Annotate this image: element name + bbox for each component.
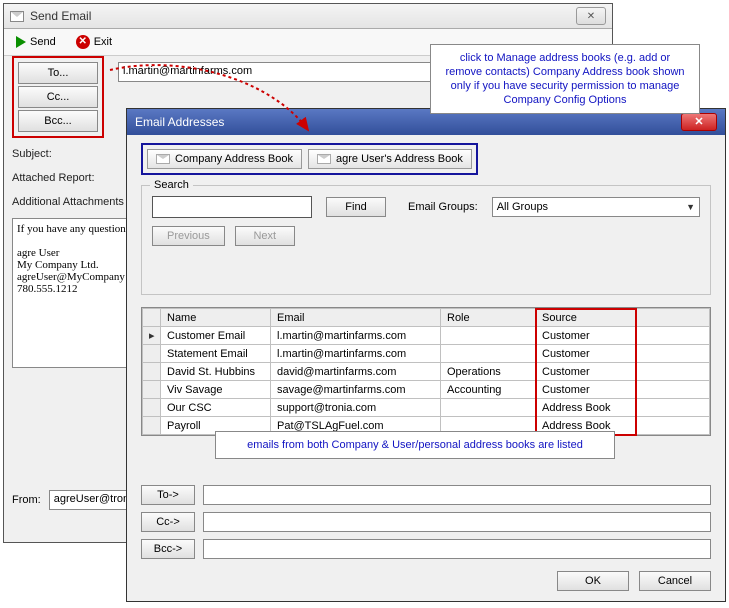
ok-button[interactable]: OK bbox=[557, 571, 629, 591]
chevron-down-icon: ▼ bbox=[686, 202, 695, 212]
cc-button[interactable]: Cc... bbox=[18, 86, 98, 108]
cell-email: savage@martinfarms.com bbox=[271, 381, 441, 399]
send-email-titlebar: Send Email ✕ bbox=[4, 4, 612, 29]
cell-email: support@tronia.com bbox=[271, 399, 441, 417]
col-source[interactable]: Source bbox=[536, 309, 636, 327]
from-label: From: bbox=[12, 494, 41, 506]
cell-source: Customer bbox=[536, 327, 636, 345]
exit-icon: ✕ bbox=[76, 35, 90, 49]
close-icon[interactable]: ✕ bbox=[576, 7, 606, 25]
play-icon bbox=[16, 36, 26, 48]
envelope-icon bbox=[10, 11, 24, 22]
row-selector[interactable] bbox=[143, 381, 161, 399]
cell-name: Our CSC bbox=[161, 399, 271, 417]
row-selector[interactable] bbox=[143, 417, 161, 435]
callout-both-books: emails from both Company & User/personal… bbox=[215, 431, 615, 459]
bcc-button[interactable]: Bcc... bbox=[18, 110, 98, 132]
to-field[interactable]: l.martin@martinfarms.com bbox=[118, 62, 468, 82]
cell-role bbox=[441, 327, 536, 345]
tab-label: Company Address Book bbox=[175, 153, 293, 165]
tab-user-address-book[interactable]: agre User's Address Book bbox=[308, 149, 472, 169]
to-output-field[interactable] bbox=[203, 485, 711, 505]
addr-window-title: Email Addresses bbox=[135, 115, 224, 129]
cc-assign-button[interactable]: Cc-> bbox=[141, 512, 195, 532]
exit-label: Exit bbox=[94, 36, 112, 48]
cell-source: Address Book bbox=[536, 399, 636, 417]
cc-output-field[interactable] bbox=[203, 512, 711, 532]
tab-company-address-book[interactable]: Company Address Book bbox=[147, 149, 302, 169]
row-selector[interactable] bbox=[143, 399, 161, 417]
bcc-output-field[interactable] bbox=[203, 539, 711, 559]
callout-manage-books: click to Manage address books (e.g. add … bbox=[430, 44, 700, 114]
cell-source: Customer bbox=[536, 363, 636, 381]
tab-label: agre User's Address Book bbox=[336, 153, 463, 165]
cell-role: Operations bbox=[441, 363, 536, 381]
cell-name: Customer Email bbox=[161, 327, 271, 345]
col-email[interactable]: Email bbox=[271, 309, 441, 327]
table-row[interactable]: Viv Savagesavage@martinfarms.comAccounti… bbox=[143, 381, 710, 399]
to-assign-button[interactable]: To-> bbox=[141, 485, 195, 505]
email-groups-select[interactable]: All Groups ▼ bbox=[492, 197, 700, 217]
row-selector[interactable]: ▸ bbox=[143, 327, 161, 345]
contacts-grid[interactable]: Name Email Role Source ▸Customer Emaill.… bbox=[141, 307, 711, 436]
next-button[interactable]: Next bbox=[235, 226, 295, 246]
send-button[interactable]: Send bbox=[10, 34, 62, 50]
envelope-icon bbox=[317, 154, 331, 164]
email-groups-label: Email Groups: bbox=[408, 201, 478, 213]
table-row[interactable]: ▸Customer Emaill.martin@martinfarms.com C… bbox=[143, 327, 710, 345]
row-selector[interactable] bbox=[143, 363, 161, 381]
search-legend: Search bbox=[150, 179, 193, 191]
additional-attachments-label: Additional Attachments bbox=[12, 196, 124, 208]
cell-email: l.martin@martinfarms.com bbox=[271, 327, 441, 345]
window-title: Send Email bbox=[30, 9, 91, 23]
close-icon[interactable]: ✕ bbox=[681, 113, 717, 131]
cell-source: Customer bbox=[536, 345, 636, 363]
cell-name: David St. Hubbins bbox=[161, 363, 271, 381]
cancel-button[interactable]: Cancel bbox=[639, 571, 711, 591]
col-name[interactable]: Name bbox=[161, 309, 271, 327]
cell-role: Accounting bbox=[441, 381, 536, 399]
find-button[interactable]: Find bbox=[326, 197, 386, 217]
cell-name: Statement Email bbox=[161, 345, 271, 363]
table-row[interactable]: Our CSCsupport@tronia.com Address Book bbox=[143, 399, 710, 417]
previous-button[interactable]: Previous bbox=[152, 226, 225, 246]
recipient-buttons-highlight: To... Cc... Bcc... bbox=[12, 56, 104, 138]
bcc-assign-button[interactable]: Bcc-> bbox=[141, 539, 195, 559]
cell-email: l.martin@martinfarms.com bbox=[271, 345, 441, 363]
cell-email: david@martinfarms.com bbox=[271, 363, 441, 381]
email-groups-value: All Groups bbox=[497, 201, 548, 213]
col-role[interactable]: Role bbox=[441, 309, 536, 327]
search-input[interactable] bbox=[152, 196, 312, 218]
attached-report-label: Attached Report: bbox=[12, 172, 95, 184]
exit-button[interactable]: ✕ Exit bbox=[70, 33, 118, 51]
cell-source: Customer bbox=[536, 381, 636, 399]
cell-name: Viv Savage bbox=[161, 381, 271, 399]
table-row[interactable]: David St. Hubbinsdavid@martinfarms.comOp… bbox=[143, 363, 710, 381]
table-row[interactable]: Statement Emaill.martin@martinfarms.com C… bbox=[143, 345, 710, 363]
address-book-tabs-highlight: Company Address Book agre User's Address… bbox=[141, 143, 478, 175]
send-label: Send bbox=[30, 36, 56, 48]
row-selector[interactable] bbox=[143, 345, 161, 363]
subject-label: Subject: bbox=[12, 148, 52, 160]
cell-role bbox=[441, 345, 536, 363]
envelope-icon bbox=[156, 154, 170, 164]
cell-role bbox=[441, 399, 536, 417]
to-button[interactable]: To... bbox=[18, 62, 98, 84]
